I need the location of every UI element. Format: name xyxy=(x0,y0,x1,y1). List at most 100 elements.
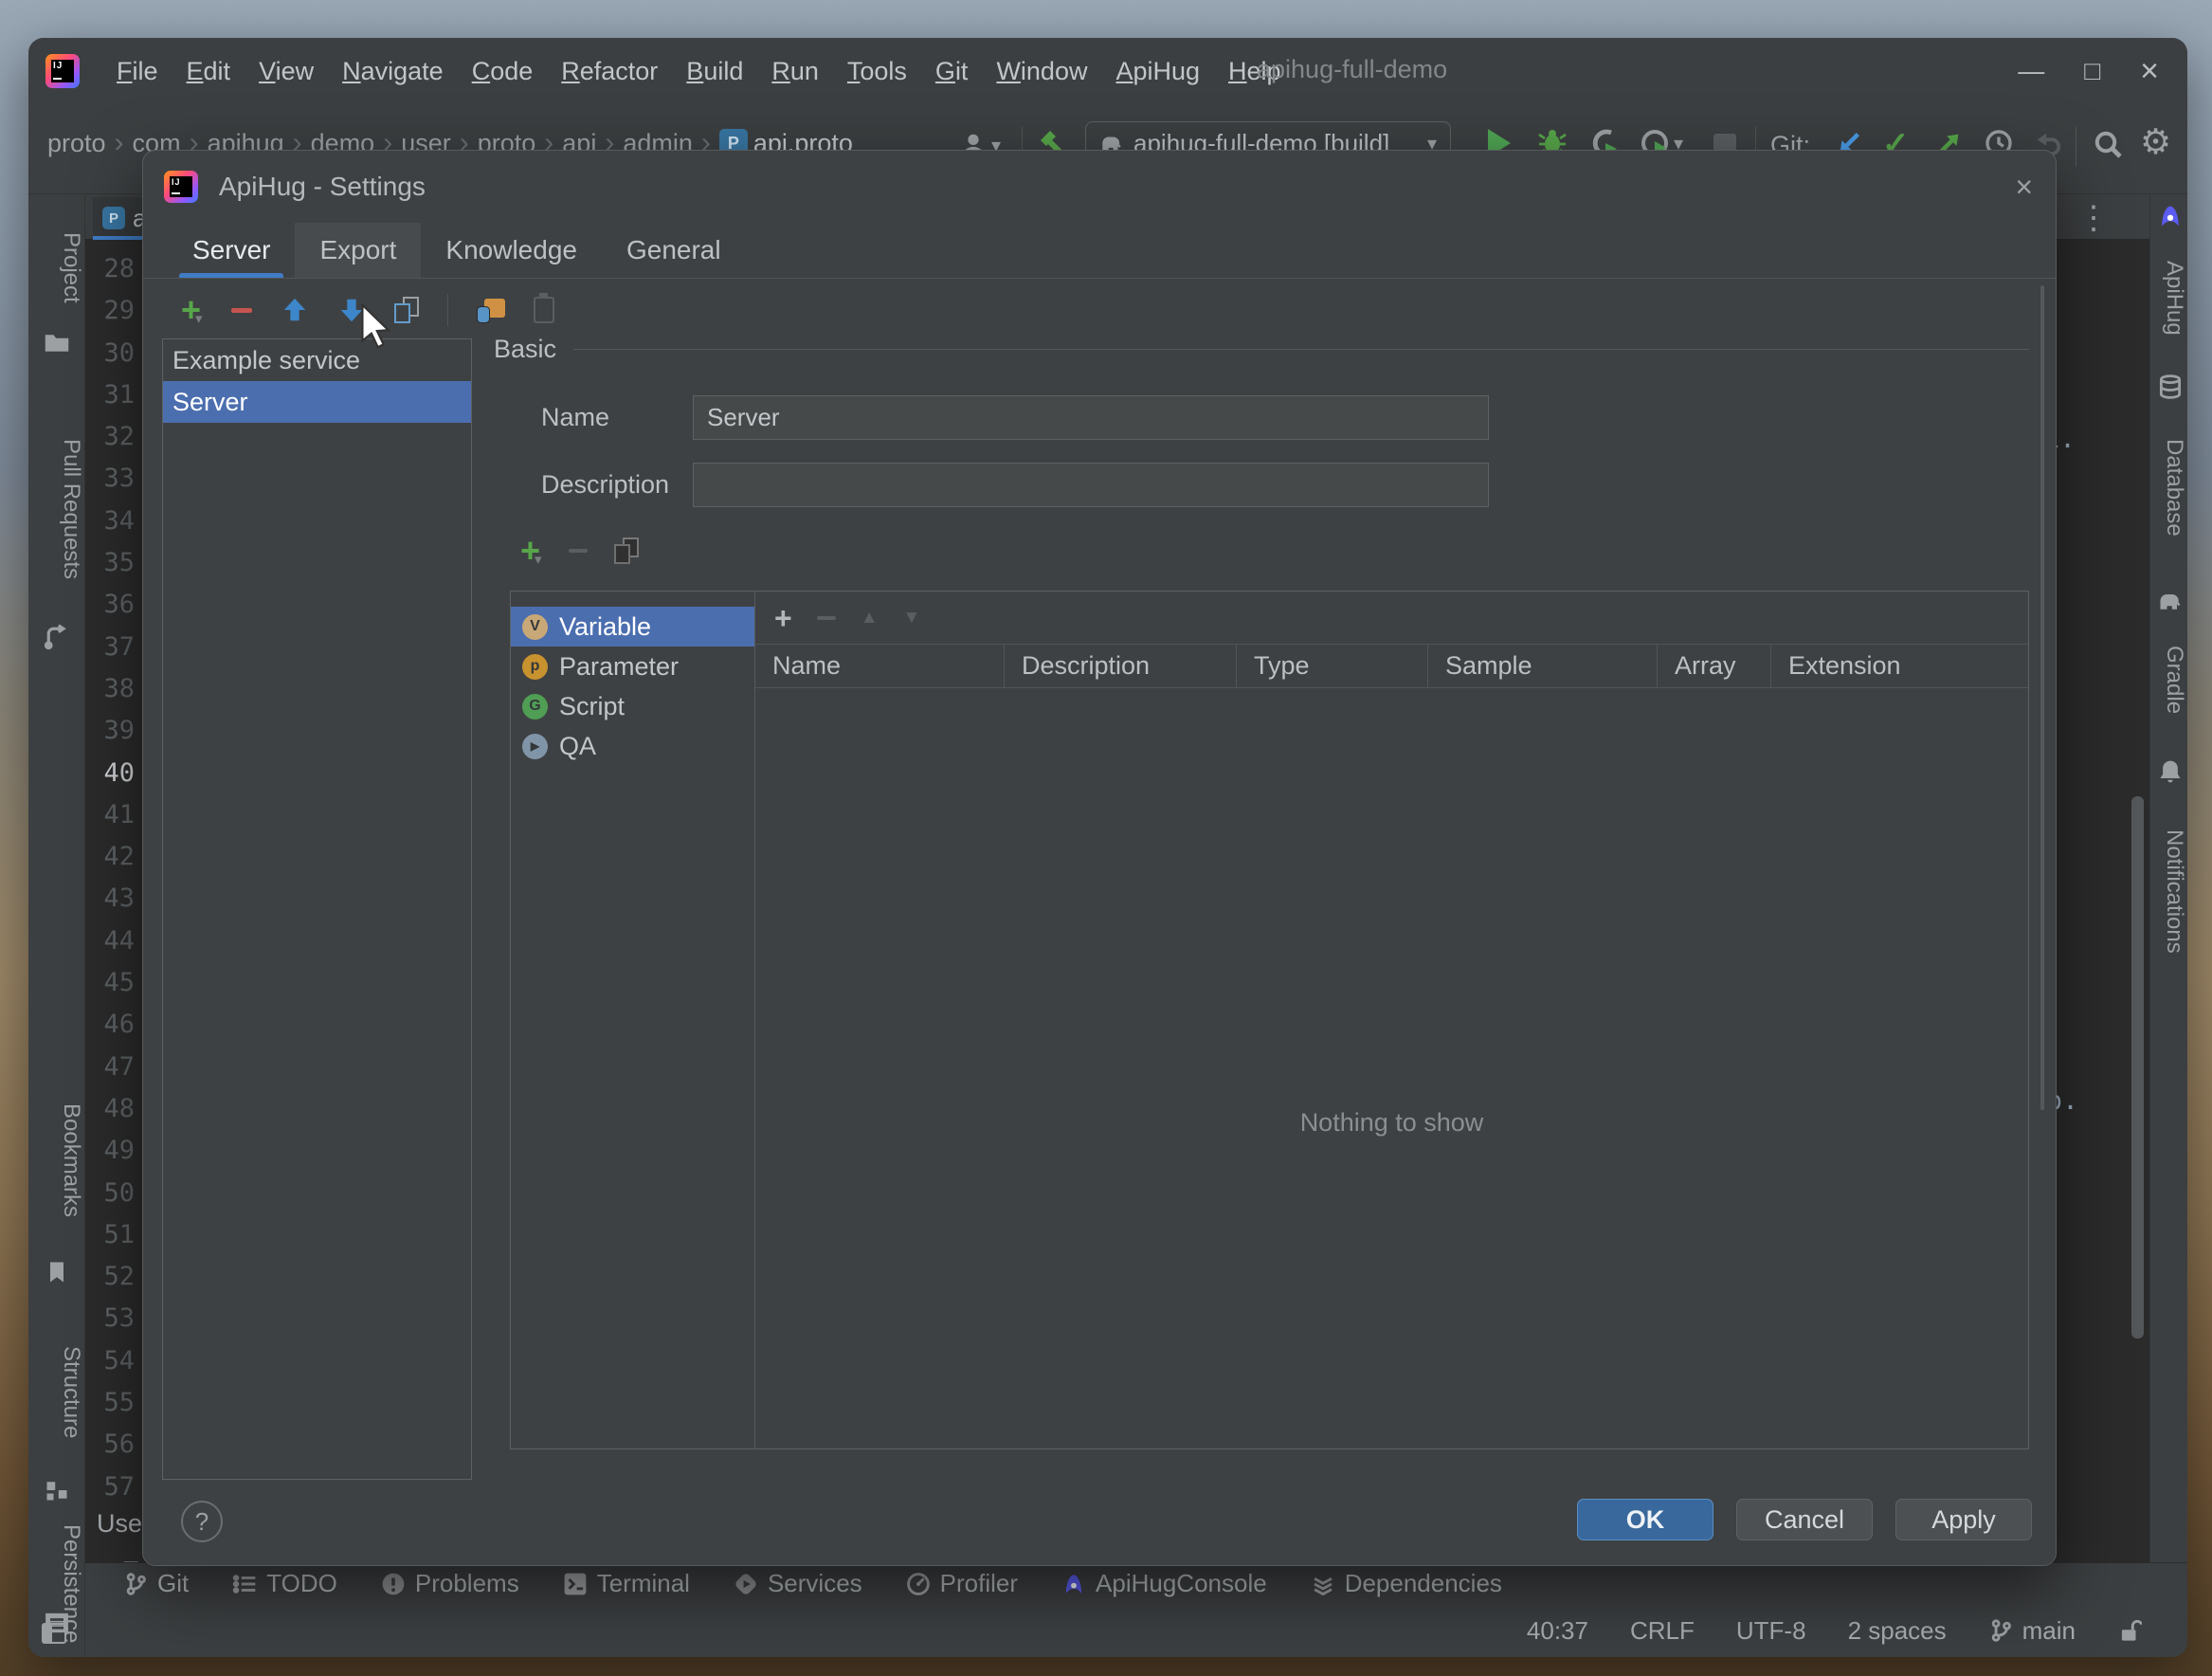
gradle-icon[interactable] xyxy=(2157,588,2184,614)
menu-item[interactable]: File xyxy=(106,51,169,92)
chevron-down-icon: ▾ xyxy=(535,552,542,568)
column-header-array[interactable]: Array xyxy=(1657,645,1770,687)
sidebar-item-pull-requests[interactable]: Pull Requests xyxy=(28,400,84,618)
list-item-server[interactable]: Server xyxy=(163,381,471,423)
tool-tab-apihug-console[interactable]: ApiHugConsole xyxy=(1061,1569,1267,1598)
sidebar-item-gradle[interactable]: Gradle xyxy=(2150,626,2187,735)
line-number-gutter[interactable]: 28 29 30 31 32 33 34 35 36 37 38 39 40 41 42 43 44 45 46 47… xyxy=(85,248,142,1508)
tool-tab-terminal[interactable]: Terminal xyxy=(563,1569,690,1598)
sidebar-item-database[interactable]: Database xyxy=(2150,411,2187,563)
column-header-description[interactable]: Description xyxy=(1004,645,1236,687)
category-toolbar: + ▾ xyxy=(520,534,639,568)
column-header-name[interactable]: Name xyxy=(755,645,1004,687)
tab-server[interactable]: Server xyxy=(168,223,295,278)
category-script[interactable]: G Script xyxy=(511,686,754,726)
menu-item[interactable]: Tools xyxy=(837,51,917,92)
tool-tab-problems[interactable]: Problems xyxy=(381,1569,519,1598)
category-qa[interactable]: ▶ QA xyxy=(511,726,754,766)
name-field[interactable]: Server xyxy=(693,395,1489,440)
copy-item-button[interactable] xyxy=(613,537,639,564)
add-row-button[interactable]: + xyxy=(774,603,792,633)
menu-item[interactable]: Git xyxy=(925,51,979,92)
tab-export[interactable]: Export xyxy=(295,223,422,278)
cancel-button[interactable]: Cancel xyxy=(1736,1499,1873,1540)
menu-item[interactable]: View xyxy=(248,51,324,92)
minimize-button[interactable]: — xyxy=(2018,56,2044,86)
row-up-button[interactable]: ▲ xyxy=(861,608,879,628)
dialog-title: ApiHug - Settings xyxy=(219,172,426,201)
sidebar-item-bookmarks[interactable]: Bookmarks xyxy=(28,1066,84,1255)
menu-item[interactable]: Refactor xyxy=(551,51,668,92)
dialog-scrollbar[interactable] xyxy=(2040,285,2044,1110)
tool-tab-services[interactable]: Services xyxy=(734,1569,862,1598)
tool-tab-profiler[interactable]: Profiler xyxy=(906,1569,1018,1598)
tab-knowledge[interactable]: Knowledge xyxy=(421,223,602,278)
apihug-icon[interactable] xyxy=(2157,203,2184,229)
menu-item[interactable]: ApiHug xyxy=(1105,51,1210,92)
line-number: 40 xyxy=(103,757,135,788)
lock-indicator[interactable] xyxy=(2117,1618,2142,1643)
bookmark-icon[interactable] xyxy=(44,1259,70,1285)
list-item-example-service[interactable]: Example service xyxy=(163,339,471,381)
tab-general[interactable]: General xyxy=(602,223,746,278)
folder-icon[interactable] xyxy=(44,330,70,356)
dialog-close-button[interactable]: × xyxy=(2015,172,2033,202)
line-separator[interactable]: CRLF xyxy=(1630,1616,1695,1646)
menu-item[interactable]: Navigate xyxy=(332,51,454,92)
sidebar-item-project[interactable]: Project xyxy=(28,210,84,324)
line-number: 31 xyxy=(103,379,135,410)
layout-widget-icon[interactable] xyxy=(42,1623,66,1644)
git-branch[interactable]: main xyxy=(1988,1616,2076,1646)
search-everywhere-button[interactable] xyxy=(2093,129,2123,159)
remove-row-button[interactable] xyxy=(816,615,836,620)
sidebar-item-notifications[interactable]: Notifications xyxy=(2150,796,2187,986)
column-header-sample[interactable]: Sample xyxy=(1427,645,1657,687)
copy-button[interactable] xyxy=(393,297,419,323)
column-header-type[interactable]: Type xyxy=(1236,645,1427,687)
structure-icon[interactable] xyxy=(44,1477,70,1503)
apply-button[interactable]: Apply xyxy=(1895,1499,2032,1540)
tool-tab-label: Dependencies xyxy=(1344,1569,1502,1597)
breadcrumb-item[interactable]: proto xyxy=(47,129,106,158)
menu-item[interactable]: Edit xyxy=(176,51,242,92)
maximize-button[interactable]: □ xyxy=(2084,56,2100,86)
window-close-button[interactable]: × xyxy=(2140,53,2159,90)
menu-item[interactable]: Code xyxy=(462,51,544,92)
layers-icon xyxy=(1314,1576,1333,1595)
indent-setting[interactable]: 2 spaces xyxy=(1848,1616,1947,1646)
bell-icon[interactable] xyxy=(2157,758,2184,785)
editor-scrollbar[interactable] xyxy=(2131,796,2144,1339)
tool-tab-todo[interactable]: TODO xyxy=(232,1569,337,1598)
add-item-button[interactable]: + ▾ xyxy=(520,534,542,569)
line-number: 43 xyxy=(103,884,135,914)
remove-item-button[interactable] xyxy=(568,549,588,553)
description-field[interactable] xyxy=(693,463,1489,507)
tool-tab-dependencies[interactable]: Dependencies xyxy=(1311,1569,1502,1598)
settings-dialog: IJ ApiHug - Settings × Server Export Kno… xyxy=(142,150,2057,1566)
pull-request-icon[interactable] xyxy=(44,624,70,650)
category-variable[interactable]: V Variable xyxy=(511,607,754,647)
caret-position[interactable]: 40:37 xyxy=(1527,1616,1588,1646)
database-icon[interactable] xyxy=(2157,373,2184,400)
move-up-button[interactable] xyxy=(281,296,309,324)
tool-tab-git[interactable]: Git xyxy=(123,1569,189,1598)
services-icon xyxy=(735,1573,756,1594)
menu-item[interactable]: Window xyxy=(986,51,1097,92)
menu-item[interactable]: Build xyxy=(676,51,753,92)
column-header-extension[interactable]: Extension xyxy=(1770,645,2028,687)
add-service-button[interactable]: + ▾ xyxy=(181,293,203,328)
remove-service-button[interactable] xyxy=(230,307,252,313)
variables-panel: V Variable p Parameter G Script ▶ QA + ▲… xyxy=(510,591,2029,1449)
sidebar-item-apihug[interactable]: ApiHug xyxy=(2150,241,2187,355)
settings-button[interactable]: ⚙ xyxy=(2140,121,2171,162)
file-encoding[interactable]: UTF-8 xyxy=(1736,1616,1806,1646)
menu-item[interactable]: Run xyxy=(761,51,829,92)
row-down-button[interactable]: ▼ xyxy=(903,608,921,628)
kebab-menu[interactable]: ⋮ xyxy=(2077,199,2110,237)
sidebar-item-structure[interactable]: Structure xyxy=(28,1312,84,1473)
help-button[interactable]: ? xyxy=(181,1501,223,1542)
ok-button[interactable]: OK xyxy=(1577,1499,1713,1540)
category-parameter[interactable]: p Parameter xyxy=(511,647,754,686)
parameter-badge-icon: p xyxy=(522,653,548,680)
line-number: 30 xyxy=(103,337,135,368)
